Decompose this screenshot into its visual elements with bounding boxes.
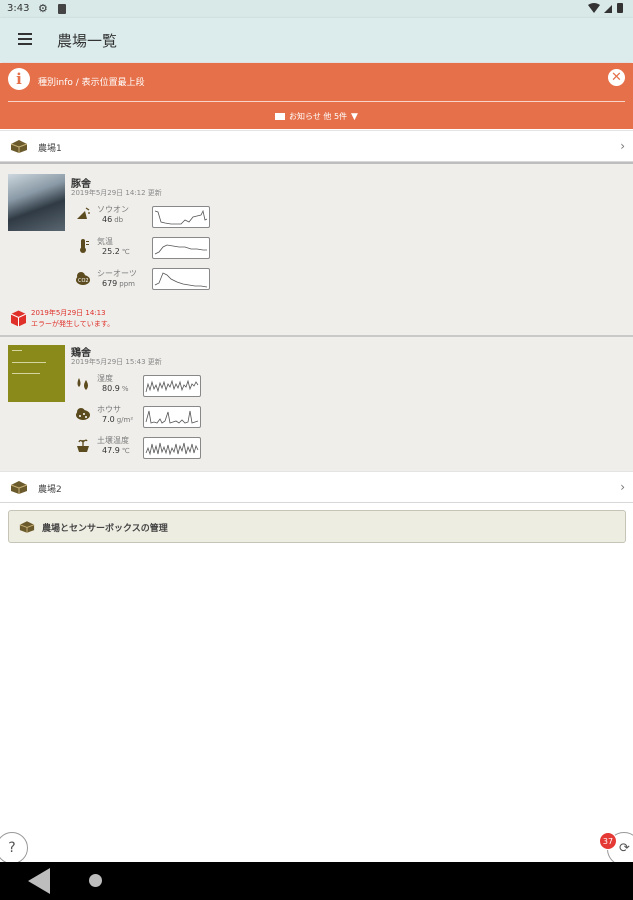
error-message: エラーが発生しています。	[31, 320, 115, 328]
close-icon[interactable]: ✕	[608, 69, 625, 86]
crate-icon	[10, 481, 28, 494]
sd-card-icon	[58, 4, 66, 14]
reading-value-line: 47.9 ℃	[102, 446, 130, 455]
reading-value: 25.2	[102, 247, 120, 256]
help-button[interactable]: ?	[0, 832, 28, 864]
reading-value-line: 46 db	[102, 215, 123, 224]
mail-icon	[275, 113, 286, 120]
reading-label: ホウサ	[97, 405, 121, 414]
reading-value: 80.9	[102, 384, 120, 393]
home-icon[interactable]	[89, 874, 102, 887]
system-nav-bar	[0, 862, 633, 900]
box-divider	[0, 335, 633, 337]
info-icon: i	[8, 68, 30, 90]
status-bar: 3:43 ⚙	[0, 0, 633, 18]
reading-label: 土壌温度	[97, 436, 129, 445]
notice-banner: i 種別info / 表示位置最上段 ✕ お知らせ 他 5件 ▼	[0, 63, 633, 129]
reading-value-line: 7.0 g/m²	[102, 415, 133, 424]
status-time: 3:43	[7, 3, 30, 14]
chevron-right-icon: ›	[620, 139, 625, 153]
reading-unit: ppm	[119, 280, 135, 288]
trend-sparkline[interactable]	[143, 406, 201, 428]
farm-name: 農場2	[38, 485, 62, 495]
error-cube-icon	[10, 310, 27, 327]
trend-sparkline[interactable]	[152, 268, 210, 290]
error-text: 2019年5月29日 14:13 エラーが発生しています。	[31, 308, 114, 330]
chevron-right-icon: ›	[620, 480, 625, 494]
trend-sparkline[interactable]	[143, 437, 201, 459]
manage-farms-button[interactable]: 農場とセンサーボックスの管理	[8, 510, 626, 543]
caret-down-icon: ▼	[351, 112, 358, 122]
reading-label: 湿度	[97, 374, 113, 383]
back-icon[interactable]	[28, 868, 50, 894]
wifi-battery-icons	[587, 2, 625, 17]
crate-icon	[10, 140, 28, 153]
thermometer-icon	[80, 239, 89, 253]
error-time: 2019年5月29日 14:13	[31, 309, 106, 317]
reading-value-line: 25.2 ℃	[102, 247, 130, 256]
box-thumbnail	[8, 174, 65, 231]
reading-value: 47.9	[102, 446, 120, 455]
box-updated-time: 2019年5月29日 14:12 更新	[71, 189, 162, 197]
reading-value-line: 679 ppm	[102, 279, 135, 288]
sensor-box-list: 豚舎 2019年5月29日 14:12 更新 ソウオン 46 db 気温 25.2…	[0, 162, 633, 471]
reading-unit: db	[114, 216, 124, 224]
trend-sparkline[interactable]	[152, 237, 210, 259]
svg-text:CO2: CO2	[78, 278, 89, 284]
manage-farms-label: 農場とセンサーボックスの管理	[42, 524, 168, 534]
notice-divider	[8, 101, 625, 102]
reading-value: 46	[102, 215, 113, 224]
reading-unit: ℃	[121, 248, 130, 256]
reading-label: ソウオン	[97, 205, 129, 214]
reading-value: 7.0	[102, 415, 115, 424]
settings-icon: ⚙	[38, 2, 48, 15]
trend-sparkline[interactable]	[143, 375, 201, 397]
notice-message: 種別info / 表示位置最上段	[38, 78, 145, 88]
reading-value-line: 80.9%	[102, 384, 128, 393]
trend-sparkline[interactable]	[152, 206, 210, 228]
co2-icon: CO2	[76, 272, 90, 285]
reading-unit: %	[121, 385, 129, 393]
hamburger-menu-icon[interactable]	[18, 33, 32, 45]
noise-icon	[77, 207, 90, 219]
dust-icon	[76, 408, 90, 420]
farm-row-2[interactable]: 農場2 ›	[0, 471, 633, 503]
box-updated-time: 2019年5月29日 15:43 更新	[71, 358, 162, 366]
more-notices-label: お知らせ 他 5件	[289, 112, 348, 121]
reading-unit: ℃	[121, 447, 130, 455]
reading-label: 気温	[97, 237, 113, 246]
app-bar: 農場一覧	[0, 18, 633, 62]
sync-icon: ⟳	[619, 841, 630, 856]
reading-value: 679	[102, 279, 118, 288]
reading-unit: g/m²	[116, 416, 134, 424]
humidity-icon	[77, 378, 88, 390]
notification-count-badge: 37	[599, 832, 617, 850]
box-thumbnail	[8, 345, 65, 402]
farm-name: 農場1	[38, 144, 62, 154]
page-title: 農場一覧	[57, 32, 118, 50]
more-notices-toggle[interactable]: お知らせ 他 5件 ▼	[0, 111, 633, 122]
soil-temp-icon	[77, 439, 89, 452]
crate-icon	[19, 521, 35, 533]
farm-row-1[interactable]: 農場1 ›	[0, 130, 633, 162]
reading-label: シーオーツ	[97, 269, 137, 278]
